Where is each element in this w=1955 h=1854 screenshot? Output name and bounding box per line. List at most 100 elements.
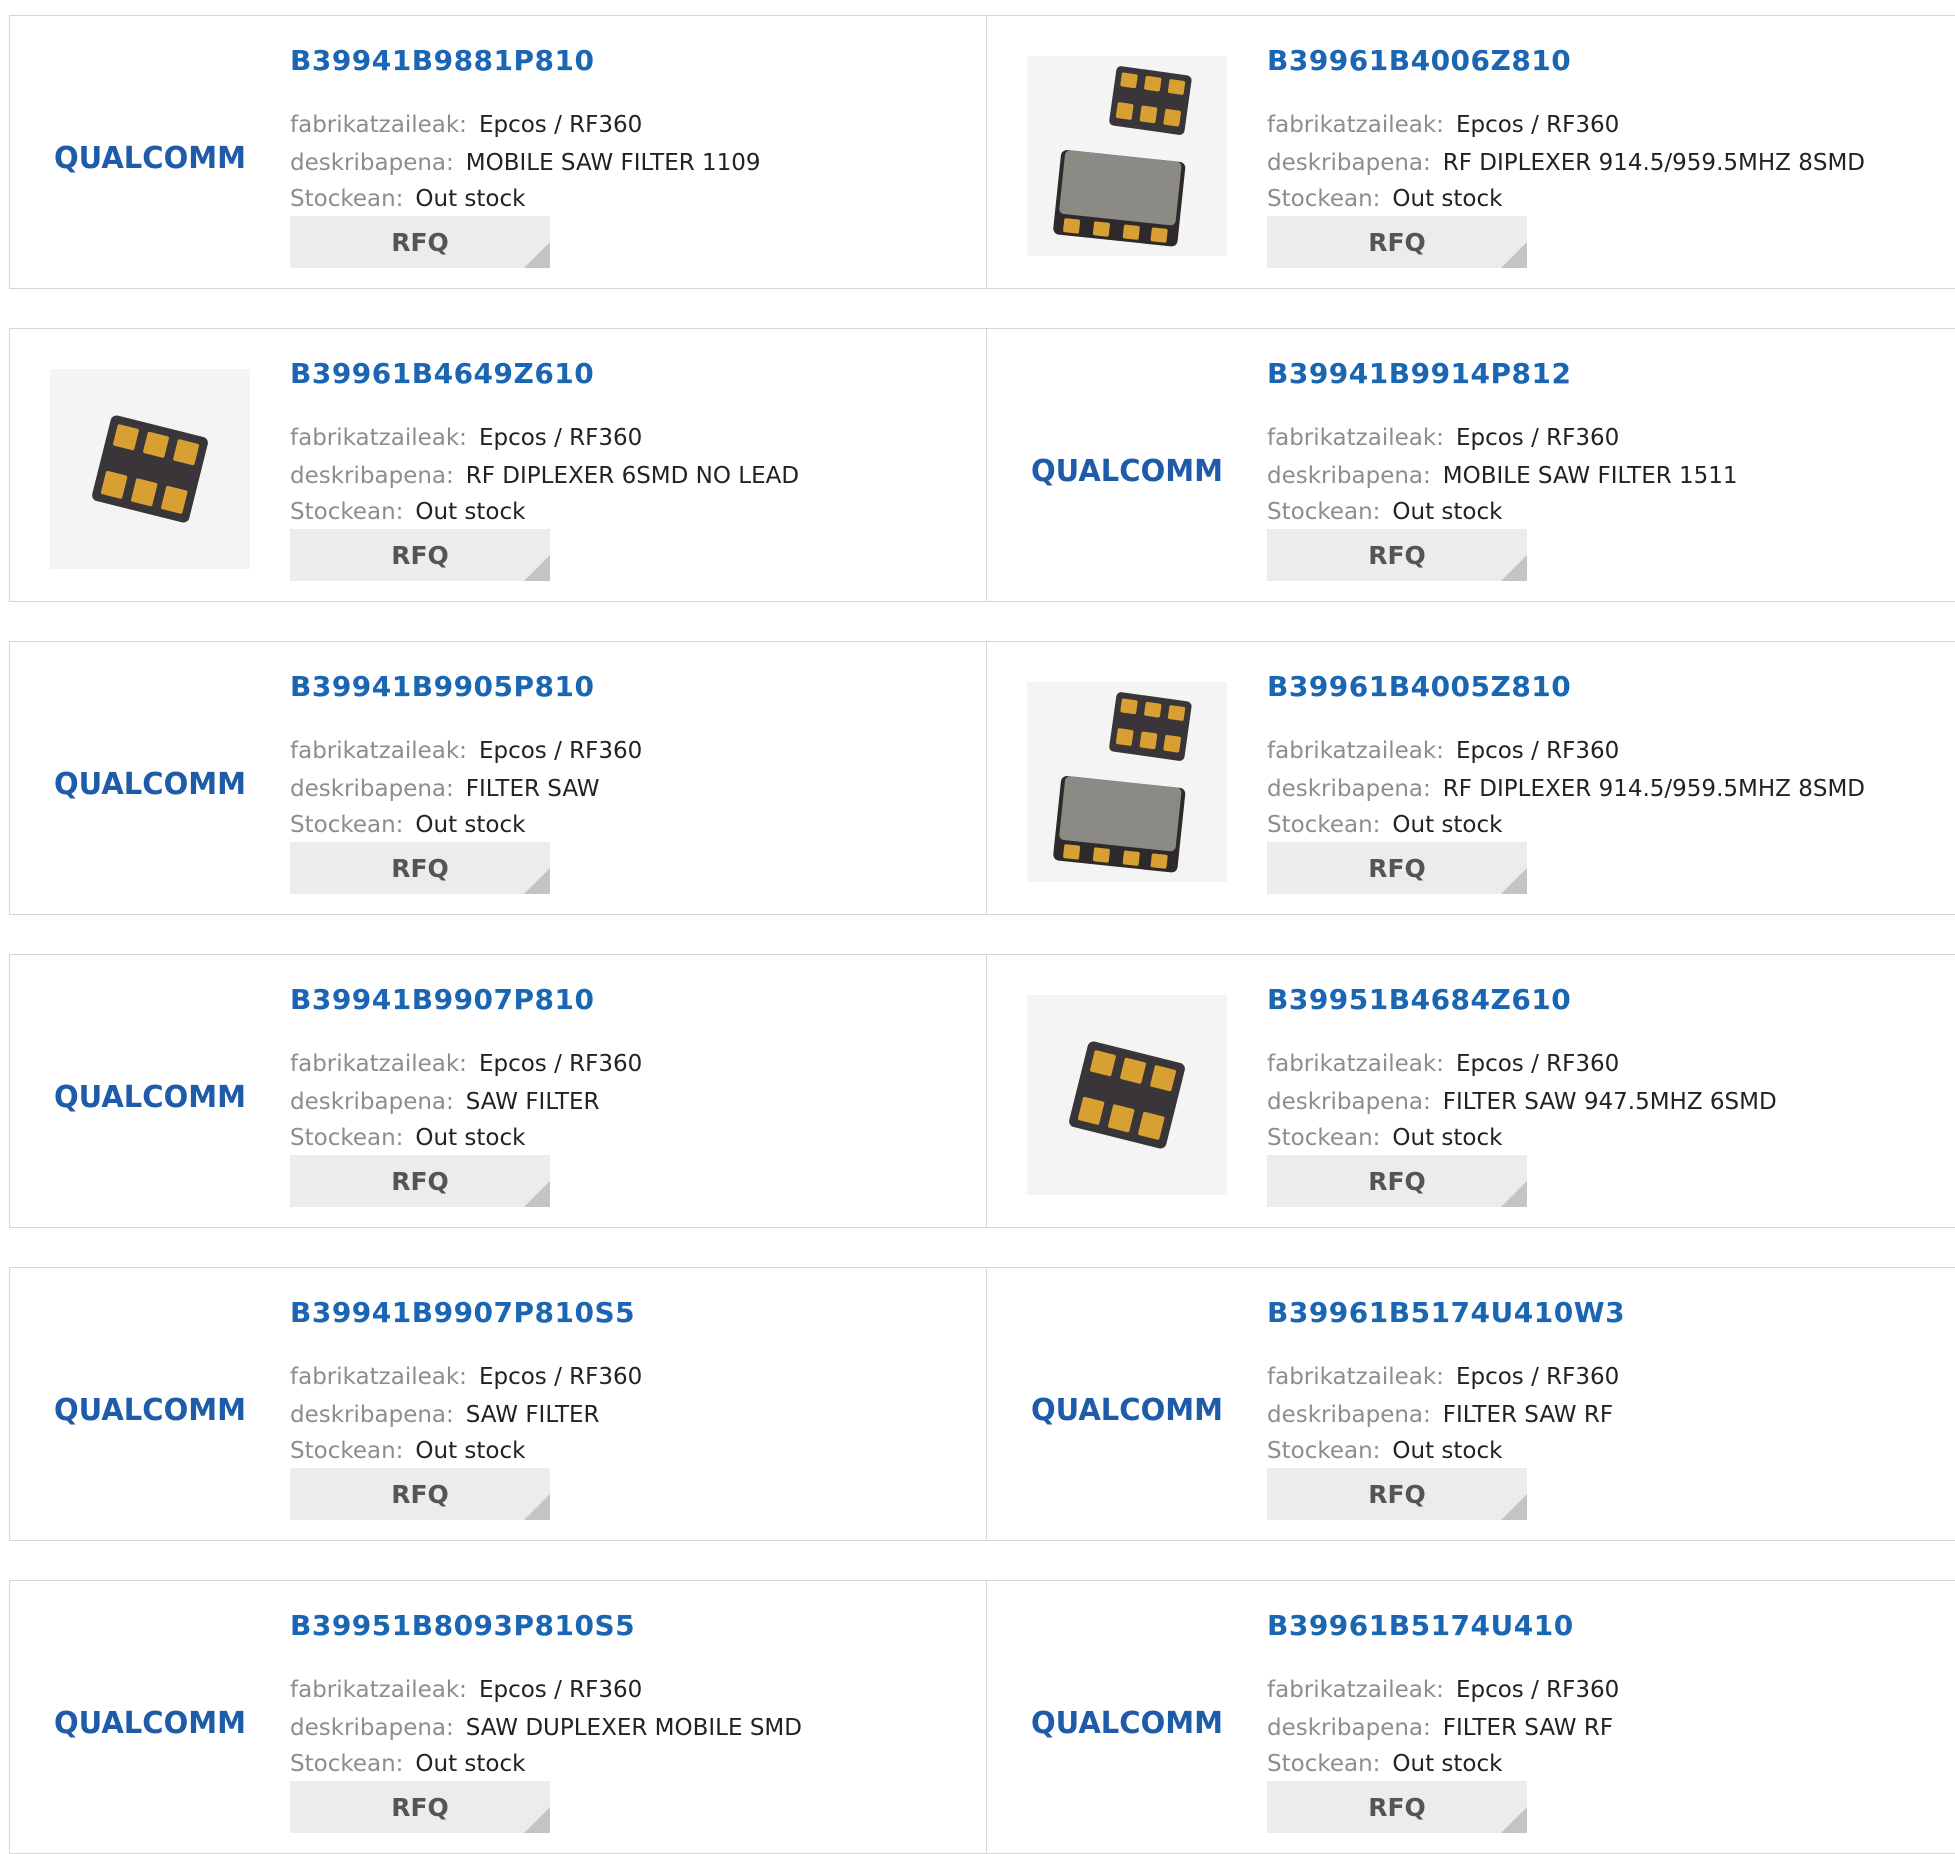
rfq-button[interactable]: RFQ: [1267, 1781, 1527, 1833]
description-row: deskribapena: MOBILE SAW FILTER 1511: [1267, 463, 1738, 489]
qualcomm-logo: QUALCOMM: [50, 682, 250, 882]
part-number-link[interactable]: B39941B9914P812: [1267, 357, 1572, 390]
manufacturer-label: fabrikatzaileak:: [1267, 112, 1444, 138]
description-value: MOBILE SAW FILTER 1511: [1442, 463, 1738, 489]
svg-text:QUALCOMM: QUALCOMM: [54, 767, 246, 802]
stock-value: Out stock: [415, 1438, 526, 1464]
stock-row: Stockean: Out stock: [1267, 499, 1502, 525]
rfq-button[interactable]: RFQ: [290, 216, 550, 268]
product-row: QUALCOMM B39941B9881P810 fabrikatzaileak: E…: [9, 15, 1955, 289]
product-card: QUALCOMM B39941B9907P810 fabrikatzaileak: E…: [10, 955, 987, 1227]
part-number-link[interactable]: B39961B4006Z810: [1267, 44, 1571, 77]
product-card: B39961B4005Z810 fabrikatzaileak: Epcos / R…: [987, 642, 1955, 914]
description-label: deskribapena:: [290, 1715, 454, 1741]
manufacturer-row: fabrikatzaileak: Epcos / RF360: [290, 425, 642, 451]
manufacturer-label: fabrikatzaileak:: [290, 738, 467, 764]
rfq-button[interactable]: RFQ: [1267, 216, 1527, 268]
stock-value: Out stock: [1392, 499, 1503, 525]
product-image: [1027, 56, 1227, 256]
rfq-button[interactable]: RFQ: [290, 842, 550, 894]
description-label: deskribapena:: [290, 1402, 454, 1428]
manufacturer-value: Epcos / RF360: [478, 425, 643, 451]
manufacturer-label: fabrikatzaileak:: [290, 1677, 467, 1703]
manufacturer-row: fabrikatzaileak: Epcos / RF360: [290, 1051, 642, 1077]
qualcomm-logo: QUALCOMM: [1027, 1621, 1227, 1821]
description-label: deskribapena:: [1267, 776, 1431, 802]
product-row: QUALCOMM B39951B8093P810S5 fabrikatzaileak…: [9, 1580, 1955, 1854]
manufacturer-row: fabrikatzaileak: Epcos / RF360: [290, 1677, 642, 1703]
manufacturer-label: fabrikatzaileak:: [290, 112, 467, 138]
rfq-button[interactable]: RFQ: [1267, 842, 1527, 894]
part-number-link[interactable]: B39951B8093P810S5: [290, 1609, 635, 1642]
stock-label: Stockean:: [290, 1438, 404, 1464]
manufacturer-label: fabrikatzaileak:: [290, 1364, 467, 1390]
product-card: QUALCOMM B39941B9907P810S5 fabrikatzaileak…: [10, 1268, 987, 1540]
stock-value: Out stock: [1392, 1438, 1503, 1464]
stock-row: Stockean: Out stock: [290, 499, 525, 525]
product-card: B39951B4684Z610 fabrikatzaileak: Epcos / R…: [987, 955, 1955, 1227]
qualcomm-logo: QUALCOMM: [50, 995, 250, 1195]
part-number-link[interactable]: B39951B4684Z610: [1267, 983, 1571, 1016]
product-card: QUALCOMM B39941B9905P810 fabrikatzaileak: E…: [10, 642, 987, 914]
part-number-link[interactable]: B39941B9905P810: [290, 670, 595, 703]
description-label: deskribapena:: [290, 1089, 454, 1115]
description-row: deskribapena: FILTER SAW 947.5MHZ 6SMD: [1267, 1089, 1777, 1115]
product-grid: QUALCOMM B39941B9881P810 fabrikatzaileak: E…: [0, 0, 1955, 1854]
stock-label: Stockean:: [1267, 1438, 1381, 1464]
manufacturer-row: fabrikatzaileak: Epcos / RF360: [1267, 1364, 1619, 1390]
svg-text:QUALCOMM: QUALCOMM: [54, 141, 246, 176]
stock-label: Stockean:: [1267, 1125, 1381, 1151]
qualcomm-logo: QUALCOMM: [50, 1621, 250, 1821]
part-number-link[interactable]: B39941B9907P810S5: [290, 1296, 635, 1329]
manufacturer-row: fabrikatzaileak: Epcos / RF360: [290, 112, 642, 138]
part-number-link[interactable]: B39961B5174U410: [1267, 1609, 1574, 1642]
description-row: deskribapena: SAW FILTER: [290, 1402, 600, 1428]
manufacturer-row: fabrikatzaileak: Epcos / RF360: [1267, 738, 1619, 764]
rfq-button[interactable]: RFQ: [290, 1155, 550, 1207]
manufacturer-value: Epcos / RF360: [478, 1364, 643, 1390]
product-card: B39961B4006Z810 fabrikatzaileak: Epcos / R…: [987, 16, 1955, 288]
manufacturer-label: fabrikatzaileak:: [1267, 425, 1444, 451]
description-value: MOBILE SAW FILTER 1109: [465, 150, 761, 176]
rfq-button[interactable]: RFQ: [1267, 529, 1527, 581]
manufacturer-label: fabrikatzaileak:: [290, 425, 467, 451]
product-card: B39961B4649Z610 fabrikatzaileak: Epcos / R…: [10, 329, 987, 601]
part-number-link[interactable]: B39961B4649Z610: [290, 357, 594, 390]
rfq-button[interactable]: RFQ: [290, 529, 550, 581]
part-number-link[interactable]: B39941B9907P810: [290, 983, 595, 1016]
rfq-button[interactable]: RFQ: [290, 1468, 550, 1520]
rfq-button[interactable]: RFQ: [1267, 1155, 1527, 1207]
stock-value: Out stock: [415, 499, 526, 525]
manufacturer-row: fabrikatzaileak: Epcos / RF360: [1267, 1051, 1619, 1077]
stock-label: Stockean:: [290, 1125, 404, 1151]
description-row: deskribapena: FILTER SAW RF: [1267, 1715, 1613, 1741]
stock-value: Out stock: [1392, 1751, 1503, 1777]
stock-label: Stockean:: [290, 1751, 404, 1777]
qualcomm-logo: QUALCOMM: [50, 1308, 250, 1508]
svg-text:QUALCOMM: QUALCOMM: [1031, 1393, 1223, 1428]
manufacturer-value: Epcos / RF360: [1455, 1051, 1620, 1077]
part-number-link[interactable]: B39961B4005Z810: [1267, 670, 1571, 703]
description-value: RF DIPLEXER 914.5/959.5MHZ 8SMD: [1442, 150, 1866, 176]
description-row: deskribapena: FILTER SAW: [290, 776, 600, 802]
manufacturer-value: Epcos / RF360: [1455, 738, 1620, 764]
stock-row: Stockean: Out stock: [1267, 186, 1502, 212]
description-row: deskribapena: RF DIPLEXER 914.5/959.5MHZ …: [1267, 776, 1865, 802]
part-number-link[interactable]: B39961B5174U410W3: [1267, 1296, 1625, 1329]
stock-label: Stockean:: [290, 499, 404, 525]
description-label: deskribapena:: [290, 776, 454, 802]
stock-row: Stockean: Out stock: [290, 186, 525, 212]
rfq-button[interactable]: RFQ: [290, 1781, 550, 1833]
description-value: FILTER SAW 947.5MHZ 6SMD: [1442, 1089, 1777, 1115]
description-row: deskribapena: RF DIPLEXER 6SMD NO LEAD: [290, 463, 799, 489]
description-value: SAW FILTER: [465, 1089, 600, 1115]
stock-value: Out stock: [1392, 812, 1503, 838]
manufacturer-value: Epcos / RF360: [1455, 1677, 1620, 1703]
description-value: RF DIPLEXER 914.5/959.5MHZ 8SMD: [1442, 776, 1866, 802]
description-row: deskribapena: SAW DUPLEXER MOBILE SMD: [290, 1715, 802, 1741]
part-number-link[interactable]: B39941B9881P810: [290, 44, 595, 77]
rfq-button[interactable]: RFQ: [1267, 1468, 1527, 1520]
qualcomm-logo: QUALCOMM: [50, 56, 250, 256]
manufacturer-row: fabrikatzaileak: Epcos / RF360: [1267, 112, 1619, 138]
manufacturer-row: fabrikatzaileak: Epcos / RF360: [1267, 425, 1619, 451]
